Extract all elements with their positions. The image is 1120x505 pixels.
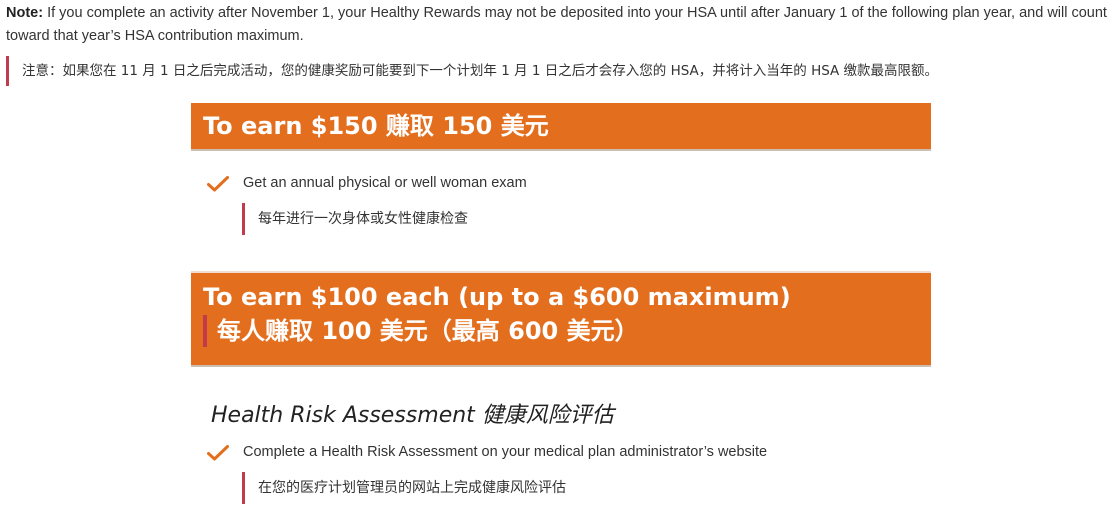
banner-earn-100-en: To earn $100 each (up to a $600 maximum) [203,283,791,311]
note-label: Note: [6,5,44,21]
activity-physical-en: Get an annual physical or well woman exa… [243,175,527,191]
check-icon [207,445,229,461]
banner-earn-150: To earn $150 赚取 150 美元 [191,103,931,151]
note-english: Note: If you complete an activity after … [6,2,1114,48]
section-title-hra: Health Risk Assessment 健康风险评估 [211,403,614,428]
banner-earn-100-zh: 每人赚取 100 美元（最高 600 美元） [203,315,639,347]
activity-hra-zh: 在您的医疗计划管理员的网站上完成健康风险评估 [242,472,566,504]
activity-physical-zh: 每年进行一次身体或女性健康检查 [242,203,468,235]
activity-hra-en: Complete a Health Risk Assessment on you… [243,444,768,460]
note-chinese: 注意：如果您在 11 月 1 日之后完成活动，您的健康奖励可能要到下一个计划年 … [6,56,1114,86]
check-icon [207,176,229,192]
banner-earn-100: To earn $100 each (up to a $600 maximum)… [191,271,931,367]
note-text-en: If you complete an activity after Novemb… [6,5,1107,44]
